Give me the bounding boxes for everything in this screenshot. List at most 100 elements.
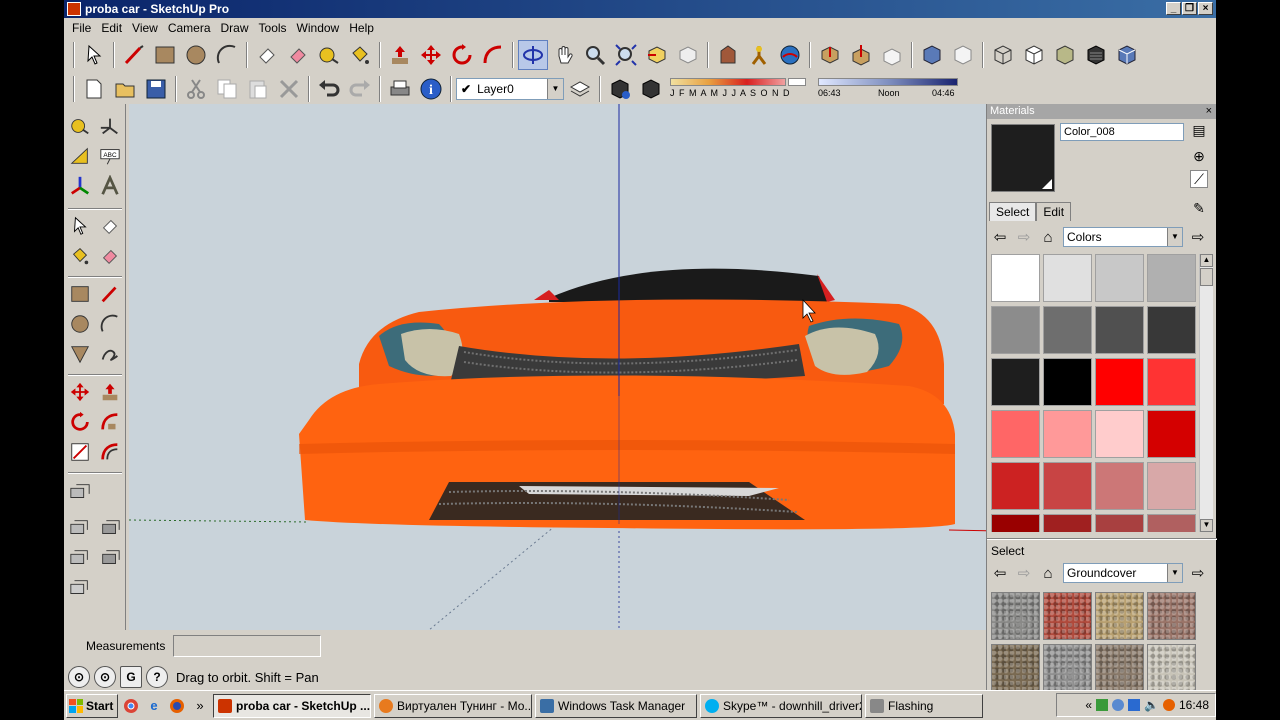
arc-icon[interactable] <box>96 310 124 338</box>
color-swatch[interactable] <box>1095 410 1144 458</box>
monochrome-icon[interactable] <box>1112 40 1142 70</box>
library-dropdown[interactable]: Colors ▼ <box>1063 227 1183 247</box>
back-arrow-icon[interactable]: ⇦ <box>991 564 1009 582</box>
help-icon[interactable]: ? <box>146 666 168 688</box>
texture-swatch[interactable] <box>1043 592 1092 640</box>
color-swatch[interactable] <box>1095 254 1144 302</box>
section-plane-icon[interactable] <box>66 478 94 506</box>
color-swatch[interactable] <box>1095 462 1144 510</box>
follow-me-icon[interactable] <box>96 408 124 436</box>
protractor-icon[interactable] <box>744 40 774 70</box>
geolocation-icon[interactable]: ⊙ <box>68 666 90 688</box>
offset-icon[interactable] <box>96 438 124 466</box>
task-flashing[interactable]: Flashing <box>865 693 983 718</box>
details-arrow-icon[interactable]: ⇨ <box>1189 564 1207 582</box>
color-swatch[interactable] <box>1095 306 1144 354</box>
swatch-scrollbar[interactable]: ▲ ▼ <box>1199 254 1213 532</box>
color-swatch[interactable] <box>1043 514 1092 532</box>
default-material-icon[interactable]: ⟋ <box>1190 170 1208 188</box>
user-icon[interactable]: G <box>120 666 142 688</box>
restore-button[interactable]: ❐ <box>1182 2 1197 15</box>
push-pull-icon[interactable] <box>385 40 415 70</box>
menu-tools[interactable]: Tools <box>254 21 292 35</box>
start-button[interactable]: Start <box>66 693 118 718</box>
line-icon[interactable] <box>96 280 124 308</box>
eraser-icon[interactable] <box>283 40 313 70</box>
axes-icon[interactable] <box>96 112 124 140</box>
line-icon[interactable] <box>119 40 149 70</box>
delete-icon[interactable] <box>274 74 304 104</box>
date-slider-thumb[interactable] <box>788 78 806 86</box>
paint-bucket-icon[interactable] <box>345 40 375 70</box>
cut-icon[interactable] <box>181 74 211 104</box>
save-icon[interactable] <box>141 74 171 104</box>
layer-dropdown[interactable]: ✔ Layer0 ▼ <box>456 78 564 100</box>
task-browser[interactable]: Виртуален Тунинг - Мо... <box>374 693 532 718</box>
polygon-icon[interactable] <box>66 340 94 368</box>
pan-icon[interactable] <box>549 40 579 70</box>
minimize-button[interactable]: _ <box>1166 2 1181 15</box>
component-icon[interactable] <box>877 40 907 70</box>
color-swatch[interactable] <box>1095 514 1144 532</box>
color-swatch[interactable] <box>1147 358 1196 406</box>
details-arrow-icon[interactable]: ⇨ <box>1189 228 1207 246</box>
redo-icon[interactable] <box>345 74 375 104</box>
model-info-icon[interactable]: i <box>416 74 446 104</box>
secondary-library-dropdown[interactable]: Groundcover ▼ <box>1063 563 1183 583</box>
color-swatch[interactable] <box>1147 410 1196 458</box>
circle-icon[interactable] <box>66 310 94 338</box>
zoom-icon[interactable] <box>580 40 610 70</box>
previous-view-icon[interactable] <box>642 40 672 70</box>
shaded-icon[interactable] <box>1050 40 1080 70</box>
next-view-icon[interactable] <box>673 40 703 70</box>
move-icon[interactable] <box>416 40 446 70</box>
textured-icon[interactable] <box>1081 40 1111 70</box>
cube-xray-icon[interactable] <box>948 40 978 70</box>
color-swatch[interactable] <box>1043 254 1092 302</box>
network-icon[interactable] <box>1096 699 1109 711</box>
eraser-icon[interactable] <box>96 242 124 270</box>
color-swatch[interactable] <box>1147 254 1196 302</box>
menu-view[interactable]: View <box>127 21 163 35</box>
ie-icon[interactable]: e <box>144 696 164 716</box>
quicklaunch-overflow[interactable]: » <box>190 696 210 716</box>
undo-icon[interactable] <box>314 74 344 104</box>
scroll-up-icon[interactable]: ▲ <box>1200 254 1213 267</box>
tape-measure-icon[interactable] <box>314 40 344 70</box>
create-material-icon[interactable]: ⊕ <box>1190 148 1208 166</box>
share-model-icon[interactable] <box>846 40 876 70</box>
color-swatch[interactable] <box>991 358 1040 406</box>
color-swatch[interactable] <box>1043 462 1092 510</box>
chrome-icon[interactable] <box>121 696 141 716</box>
menu-edit[interactable]: Edit <box>96 21 127 35</box>
circle-icon[interactable] <box>181 40 211 70</box>
color-swatch[interactable] <box>1043 358 1092 406</box>
color-swatch[interactable] <box>1147 462 1196 510</box>
chevron-down-icon[interactable]: ▼ <box>547 79 563 99</box>
text-icon[interactable]: ABC <box>96 142 124 170</box>
menu-file[interactable]: File <box>67 21 96 35</box>
texture-swatch[interactable] <box>1147 592 1196 640</box>
firefox-icon[interactable] <box>167 696 187 716</box>
texture-swatch[interactable] <box>991 592 1040 640</box>
rectangle-icon[interactable] <box>66 280 94 308</box>
model-viewport[interactable] <box>129 104 1049 630</box>
tray-expand-icon[interactable]: « <box>1085 698 1092 712</box>
material-name-field[interactable]: Color_008 <box>1060 123 1184 141</box>
color-swatch[interactable] <box>1043 306 1092 354</box>
paste-icon[interactable] <box>243 74 273 104</box>
volume-icon[interactable]: 🔈 <box>1144 698 1159 712</box>
arc-icon[interactable] <box>212 40 242 70</box>
axes-tool-icon[interactable] <box>66 172 94 200</box>
make-component-icon[interactable] <box>96 212 124 240</box>
menu-help[interactable]: Help <box>344 21 379 35</box>
tape-measure-icon[interactable] <box>66 112 94 140</box>
3d-text-icon[interactable] <box>96 172 124 200</box>
menu-camera[interactable]: Camera <box>163 21 216 35</box>
task-sketchup[interactable]: proba car - SketchUp ... <box>213 693 371 718</box>
eraser-outline-icon[interactable] <box>252 40 282 70</box>
tab-select[interactable]: Select <box>989 202 1037 221</box>
dimensions-icon[interactable] <box>713 40 743 70</box>
move-icon[interactable] <box>66 378 94 406</box>
home-icon[interactable]: ⌂ <box>1039 229 1057 246</box>
